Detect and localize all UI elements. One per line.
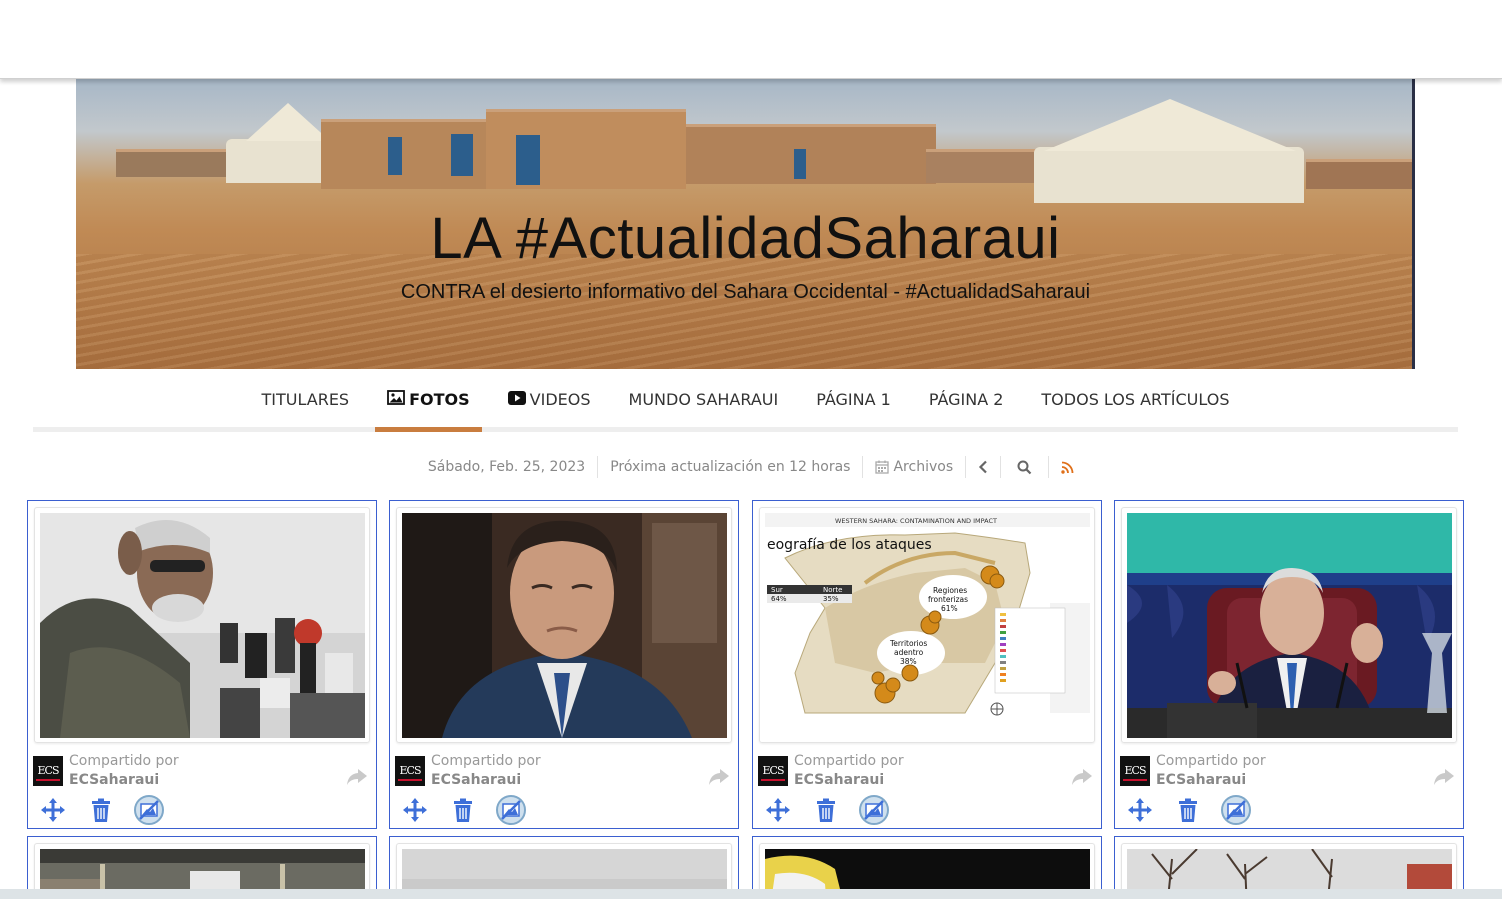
author-name[interactable]: ECSaharaui <box>794 772 884 788</box>
trash-icon[interactable] <box>1175 797 1201 823</box>
map-region-1c: 61% <box>941 604 958 613</box>
shared-by-label: Compartido por <box>69 753 179 769</box>
image-icon <box>387 390 405 409</box>
site-banner[interactable]: LA #ActualidadSaharaui CONTRA el desiert… <box>76 79 1415 369</box>
trash-icon[interactable] <box>813 797 839 823</box>
archives-label: Archivos <box>893 459 954 475</box>
site-title[interactable]: LA #ActualidadSaharaui <box>76 205 1412 272</box>
shared-by-label: Compartido por <box>431 753 541 769</box>
map-col-norte: Norte <box>823 586 842 594</box>
avatar[interactable]: ECS <box>33 756 63 786</box>
bottom-strip <box>0 889 1502 899</box>
top-bar <box>0 0 1502 79</box>
shared-by-label: Compartido por <box>794 753 904 769</box>
trash-icon[interactable] <box>450 797 476 823</box>
avatar[interactable]: ECS <box>758 756 788 786</box>
play-icon <box>507 390 526 409</box>
photo-western-sahara-map[interactable]: WESTERN SAHARA: CONTAMINATION AND IMPACT <box>765 513 1090 738</box>
banner-tent-roof <box>1044 99 1296 151</box>
nav-item-label: TITULARES <box>261 390 350 409</box>
share-icon[interactable] <box>708 767 730 787</box>
nav-item-label: PÁGINA 1 <box>816 390 891 409</box>
map-col-sur: Sur <box>771 586 783 594</box>
remove-image-icon[interactable] <box>134 795 164 825</box>
main-nav: TITULARES FOTOS VIDEOS MUNDO SAHARAUI PÁ… <box>33 372 1458 432</box>
nav-item-mundo-saharaui[interactable]: MUNDO SAHARAUI <box>610 372 798 427</box>
photo-card[interactable]: ECS Compartido por ECSaharaui <box>1114 500 1464 829</box>
trash-icon[interactable] <box>88 797 114 823</box>
avatar[interactable]: ECS <box>1120 756 1150 786</box>
site-subtitle: CONTRA el desierto informativo del Sahar… <box>400 281 1091 303</box>
banner-building <box>1306 159 1412 189</box>
next-update-text: Próxima actualización en 12 horas <box>598 456 864 478</box>
nav-item-titulares[interactable]: TITULARES <box>243 372 369 427</box>
nav-item-label: FOTOS <box>409 390 470 409</box>
banner-door <box>516 135 540 185</box>
nav-item-label: TODOS LOS ARTÍCULOS <box>1041 390 1230 409</box>
nav-item-todos-los-articulos[interactable]: TODOS LOS ARTÍCULOS <box>1022 372 1248 427</box>
banner-door <box>388 137 402 175</box>
photo-frame: WESTERN SAHARA: CONTAMINATION AND IMPACT <box>759 507 1095 743</box>
photo-card[interactable]: ECS Compartido por ECSaharaui <box>27 500 377 829</box>
move-icon[interactable] <box>402 797 428 823</box>
avatar[interactable]: ECS <box>395 756 425 786</box>
photo-frame <box>1121 507 1457 743</box>
author-name[interactable]: ECSaharaui <box>1156 772 1246 788</box>
info-bar: Sábado, Feb. 25, 2023 Próxima actualizac… <box>0 452 1502 482</box>
prev-button[interactable] <box>966 456 1002 478</box>
share-icon[interactable] <box>1071 767 1093 787</box>
photo-card[interactable]: WESTERN SAHARA: CONTAMINATION AND IMPACT <box>752 500 1102 829</box>
map-val-norte: 35% <box>823 595 839 603</box>
banner-building <box>116 149 226 177</box>
banner-tent <box>226 139 331 183</box>
move-icon[interactable] <box>40 797 66 823</box>
photo-man-gesturing-at-podium[interactable] <box>1127 513 1452 738</box>
author-name[interactable]: ECSaharaui <box>69 772 159 788</box>
map-region-1b: fronterizas <box>928 595 968 604</box>
banner-door <box>451 134 473 176</box>
current-date: Sábado, Feb. 25, 2023 <box>416 456 599 478</box>
chevron-left-icon <box>978 460 988 474</box>
move-icon[interactable] <box>765 797 791 823</box>
move-icon[interactable] <box>1127 797 1153 823</box>
nav-item-label: MUNDO SAHARAUI <box>628 390 779 409</box>
nav-item-label: PÁGINA 2 <box>928 390 1004 409</box>
map-val-sur: 64% <box>771 595 787 603</box>
share-icon[interactable] <box>1433 767 1455 787</box>
photo-man-at-microphones[interactable] <box>40 513 365 738</box>
shared-by-label: Compartido por <box>1156 753 1266 769</box>
rss-icon <box>1061 461 1074 474</box>
nav-item-fotos[interactable]: FOTOS <box>368 372 489 432</box>
author-name[interactable]: ECSaharaui <box>431 772 521 788</box>
photo-frame <box>396 507 732 743</box>
nav-item-pagina-1[interactable]: PÁGINA 1 <box>797 372 910 427</box>
map-heading: WESTERN SAHARA: CONTAMINATION AND IMPACT <box>835 517 997 525</box>
nav-item-label: VIDEOS <box>529 390 591 409</box>
photo-card[interactable]: ECS Compartido por ECSaharaui <box>389 500 739 829</box>
banner-door <box>794 149 806 179</box>
photo-man-in-suit[interactable] <box>402 513 727 738</box>
nav-item-pagina-2[interactable]: PÁGINA 2 <box>910 372 1023 427</box>
map-title: eografía de los ataques <box>767 537 932 553</box>
archives-link[interactable]: Archivos <box>863 456 967 478</box>
share-icon[interactable] <box>346 767 368 787</box>
search-button[interactable] <box>1001 456 1050 478</box>
map-region-2: Territorios <box>889 639 927 648</box>
map-region-1: Regiones <box>933 586 967 595</box>
banner-tent <box>1034 147 1304 203</box>
map-region-2c: 38% <box>900 657 917 666</box>
banner-building <box>686 124 936 184</box>
photo-frame <box>34 507 370 743</box>
nav-item-videos[interactable]: VIDEOS <box>489 372 610 427</box>
banner-building <box>926 149 1036 183</box>
remove-image-icon[interactable] <box>496 795 526 825</box>
remove-image-icon[interactable] <box>859 795 889 825</box>
remove-image-icon[interactable] <box>1221 795 1251 825</box>
calendar-icon <box>875 460 890 474</box>
search-icon <box>1017 460 1032 475</box>
map-region-2b: adentro <box>894 648 924 657</box>
banner-tent-roof <box>246 103 330 141</box>
rss-button[interactable] <box>1049 456 1086 478</box>
